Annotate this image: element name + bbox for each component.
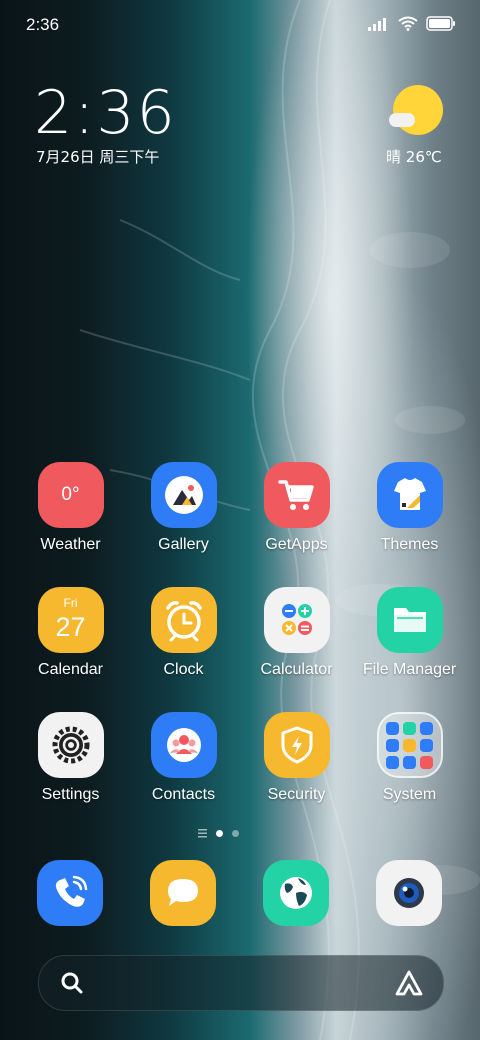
weather-tile-text: 0° <box>61 484 80 505</box>
app-contacts[interactable]: Contacts <box>127 712 240 804</box>
app-label: Settings <box>41 786 100 803</box>
app-file-manager[interactable]: File Manager <box>353 587 466 679</box>
camera-icon <box>394 878 424 908</box>
gear-icon <box>37 712 104 778</box>
status-time: 2:36 <box>26 15 60 34</box>
status-icons <box>368 16 456 31</box>
app-label: System <box>382 786 437 803</box>
dock-camera[interactable] <box>376 860 442 926</box>
alarm-clock-icon <box>150 587 217 653</box>
assistant-icon[interactable] <box>395 970 423 996</box>
app-label: Calculator <box>260 661 333 678</box>
weather-icon: 0° <box>37 462 104 528</box>
menu-lines-icon <box>198 829 207 838</box>
app-label: Calendar <box>38 661 103 678</box>
app-label: GetApps <box>265 536 328 553</box>
app-clock[interactable]: Clock <box>127 587 240 679</box>
weather-temperature: 26℃ <box>405 148 442 166</box>
shield-icon <box>263 712 330 778</box>
app-themes[interactable]: Themes <box>353 462 466 554</box>
dock-browser[interactable] <box>263 860 329 926</box>
app-label: Clock <box>163 661 204 678</box>
page-dot <box>232 830 239 837</box>
search-bar[interactable] <box>38 955 444 1011</box>
app-calculator[interactable]: Calculator <box>240 587 353 679</box>
app-label: File Manager <box>362 661 457 678</box>
page-dot-active <box>216 830 223 837</box>
app-label: Gallery <box>158 536 209 553</box>
app-calendar[interactable]: Fri 27 Calendar <box>14 587 127 679</box>
app-weather[interactable]: 0° Weather <box>14 462 127 554</box>
calendar-icon: Fri 27 <box>37 587 104 653</box>
page-indicator[interactable] <box>198 829 239 838</box>
wifi-icon <box>398 16 418 31</box>
phone-icon <box>55 875 88 907</box>
sunny-partly-cloudy-icon[interactable] <box>393 85 443 135</box>
app-label: Weather <box>40 536 101 553</box>
weather-widget-text[interactable]: 晴 26℃ <box>386 146 442 167</box>
battery-icon <box>426 16 455 31</box>
clock-widget-date[interactable]: 7月26日 周三下午 <box>36 146 159 167</box>
dock-messages[interactable] <box>150 860 216 926</box>
tshirt-icon <box>376 462 443 528</box>
app-label: Contacts <box>151 786 216 803</box>
search-icon[interactable] <box>61 972 83 994</box>
shopping-cart-icon <box>263 462 330 528</box>
status-bar: 2:36 <box>0 0 480 50</box>
folder-grid-icon <box>376 712 443 778</box>
calendar-date: 27 <box>55 612 86 642</box>
app-label: Themes <box>380 536 439 553</box>
browser-globe-icon <box>280 877 312 909</box>
folder-icon <box>376 587 443 653</box>
clock-widget-time[interactable]: 2:36 <box>34 78 177 148</box>
app-settings[interactable]: Settings <box>14 712 127 804</box>
calendar-day: Fri <box>63 596 78 610</box>
app-gallery[interactable]: Gallery <box>127 462 240 554</box>
messages-icon <box>168 879 198 906</box>
calculator-icon <box>263 587 330 653</box>
app-getapps[interactable]: GetApps <box>240 462 353 554</box>
gallery-icon <box>150 462 217 528</box>
signal-icon <box>368 17 386 31</box>
app-label: Security <box>267 786 326 803</box>
app-security[interactable]: Security <box>240 712 353 804</box>
app-folder-system[interactable]: System <box>353 712 466 804</box>
weather-condition: 晴 <box>386 148 402 166</box>
contacts-icon <box>150 712 217 778</box>
dock-phone[interactable] <box>37 860 103 926</box>
cloud-icon <box>389 113 415 127</box>
